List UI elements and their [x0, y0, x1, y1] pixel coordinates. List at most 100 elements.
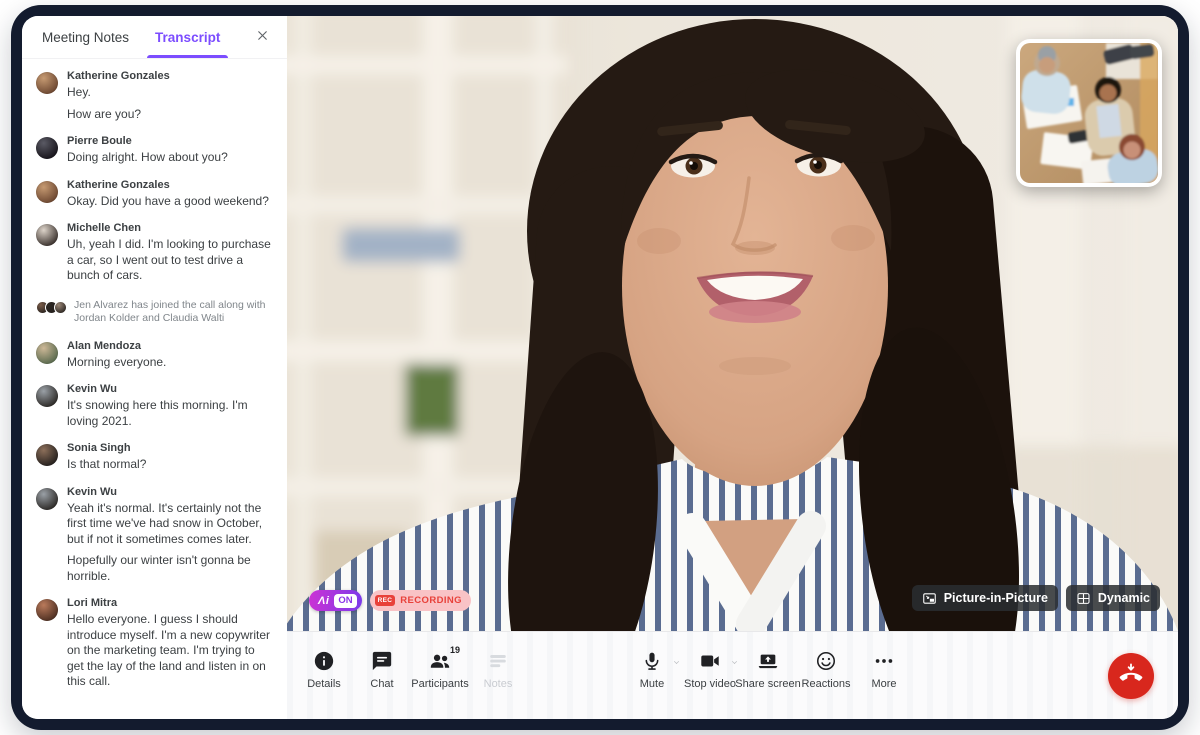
transcript-message: Kevin Wu Yeah it's normal. It's certainly…	[36, 486, 273, 585]
view-button-label: Picture-in-Picture	[944, 591, 1048, 605]
page-background: Meeting Notes Transcript Katherine Gonza…	[0, 0, 1200, 735]
control-label: Details	[307, 678, 341, 690]
message-text: Hopefully our winter isn't gonna be horr…	[67, 553, 273, 584]
notes-icon	[487, 648, 509, 674]
control-bar: Details Chat 19 Participants Notes Mute Stop …	[287, 631, 1178, 719]
control-group-left: Details Chat 19 Participants Notes	[295, 648, 527, 690]
transcript-message: Sonia Singh Is that normal?	[36, 442, 273, 473]
control-participants[interactable]: 19 Participants	[411, 648, 469, 690]
participant-avatar	[36, 599, 58, 621]
control-more[interactable]: More	[855, 648, 913, 690]
control-label: Mute	[640, 678, 664, 690]
message-text: Uh, yeah I did. I'm looking to purchase …	[67, 237, 273, 284]
close-icon	[255, 28, 270, 46]
participant-avatar	[36, 488, 58, 510]
close-sidebar-button[interactable]	[251, 26, 273, 48]
participant-avatar	[36, 137, 58, 159]
participants-thumbnail[interactable]	[1016, 39, 1162, 187]
message-text: Is that normal?	[67, 457, 146, 473]
ai-on-badge: Λi ON	[309, 590, 362, 611]
system-message: Jen Alvarez has joined the call along wi…	[36, 299, 273, 326]
recording-label: RECORDING	[400, 595, 462, 606]
participants-thumbnail-illustration	[1020, 43, 1158, 183]
message-author: Michelle Chen	[67, 222, 273, 234]
control-mute[interactable]: Mute	[623, 648, 681, 690]
transcript-sidebar: Meeting Notes Transcript Katherine Gonza…	[22, 16, 287, 719]
message-text: Doing alright. How about you?	[67, 150, 228, 166]
message-author: Sonia Singh	[67, 442, 146, 454]
video-status-badges: Λi ON REC RECORDING	[309, 590, 471, 611]
transcript-message: Alan Mendoza Morning everyone.	[36, 340, 273, 371]
device-frame: Meeting Notes Transcript Katherine Gonza…	[11, 5, 1189, 730]
participant-avatar	[36, 72, 58, 94]
participant-avatar	[36, 444, 58, 466]
meeting-app-window: Meeting Notes Transcript Katherine Gonza…	[22, 16, 1178, 719]
system-message-text: Jen Alvarez has joined the call along wi…	[74, 299, 273, 326]
ai-logo-icon: Λi	[318, 595, 329, 607]
chat-icon	[371, 648, 393, 674]
transcript-message: Pierre Boule Doing alright. How about you…	[36, 135, 273, 166]
tab-meeting-notes[interactable]: Meeting Notes	[42, 16, 129, 58]
view-button-dynamic[interactable]: Dynamic	[1066, 585, 1160, 611]
message-text: Yeah it's normal. It's certainly not the…	[67, 501, 273, 548]
transcript-message-list: Katherine Gonzales Hey. How are you? Pierre…	[22, 59, 287, 719]
pip-icon	[922, 591, 937, 606]
recording-badge: REC RECORDING	[370, 590, 471, 611]
view-button-picture-in-picture[interactable]: Picture-in-Picture	[912, 585, 1058, 611]
control-label: Stop video	[684, 678, 736, 690]
share-screen-icon	[757, 648, 779, 674]
transcript-message: Michelle Chen Uh, yeah I did. I'm looking…	[36, 222, 273, 284]
grid-icon	[1076, 591, 1091, 606]
message-author: Lori Mitra	[67, 597, 273, 609]
message-author: Katherine Gonzales	[67, 70, 170, 82]
control-label: More	[871, 678, 896, 690]
message-text: It's snowing here this morning. I'm lovi…	[67, 398, 273, 429]
message-text: Morning everyone.	[67, 355, 166, 371]
control-reactions[interactable]: Reactions	[797, 648, 855, 690]
end-call-button[interactable]	[1108, 653, 1154, 699]
control-label: Notes	[484, 678, 513, 690]
control-label: Reactions	[802, 678, 851, 690]
view-button-label: Dynamic	[1098, 591, 1150, 605]
control-label: Participants	[411, 678, 468, 690]
control-details[interactable]: Details	[295, 648, 353, 690]
message-author: Alan Mendoza	[67, 340, 166, 352]
camera-icon	[699, 648, 721, 674]
participant-avatar	[36, 224, 58, 246]
tab-transcript[interactable]: Transcript	[155, 16, 220, 58]
end-call-icon	[1118, 661, 1144, 690]
transcript-message: Lori Mitra Hello everyone. I guess I shou…	[36, 597, 273, 690]
ai-on-label: ON	[334, 594, 356, 608]
rec-icon: REC	[375, 595, 396, 606]
message-author: Pierre Boule	[67, 135, 228, 147]
view-mode-buttons: Picture-in-Picture Dynamic	[912, 585, 1160, 611]
smiley-icon	[815, 648, 837, 674]
main-column: Λi ON REC RECORDING Picture-in-Picture Dy…	[287, 16, 1178, 719]
participants-count-badge: 19	[450, 645, 460, 655]
participant-avatar	[36, 385, 58, 407]
control-share-screen[interactable]: Share screen	[739, 648, 797, 690]
participant-avatar	[54, 301, 67, 314]
participant-avatar	[36, 342, 58, 364]
message-author: Katherine Gonzales	[67, 179, 269, 191]
dropdown-caret-icon[interactable]	[732, 659, 737, 664]
dropdown-caret-icon[interactable]	[674, 659, 679, 664]
message-text: Hello everyone. I guess I should introdu…	[67, 612, 273, 690]
participants-icon	[429, 648, 451, 674]
participant-avatar	[36, 181, 58, 203]
control-chat[interactable]: Chat	[353, 648, 411, 690]
message-author: Kevin Wu	[67, 486, 273, 498]
mic-icon	[641, 648, 663, 674]
control-stop-video[interactable]: Stop video	[681, 648, 739, 690]
message-text: Hey.	[67, 85, 170, 101]
message-author: Kevin Wu	[67, 383, 273, 395]
message-text: Okay. Did you have a good weekend?	[67, 194, 269, 210]
info-icon	[313, 648, 335, 674]
transcript-message: Katherine Gonzales Hey. How are you?	[36, 70, 273, 122]
control-label: Chat	[370, 678, 393, 690]
more-icon	[873, 648, 895, 674]
control-group-right: Mute Stop videoShare screen Reactions More	[623, 648, 913, 690]
control-notes: Notes	[469, 648, 527, 690]
sidebar-header: Meeting Notes Transcript	[22, 16, 287, 59]
message-text: How are you?	[67, 107, 170, 123]
